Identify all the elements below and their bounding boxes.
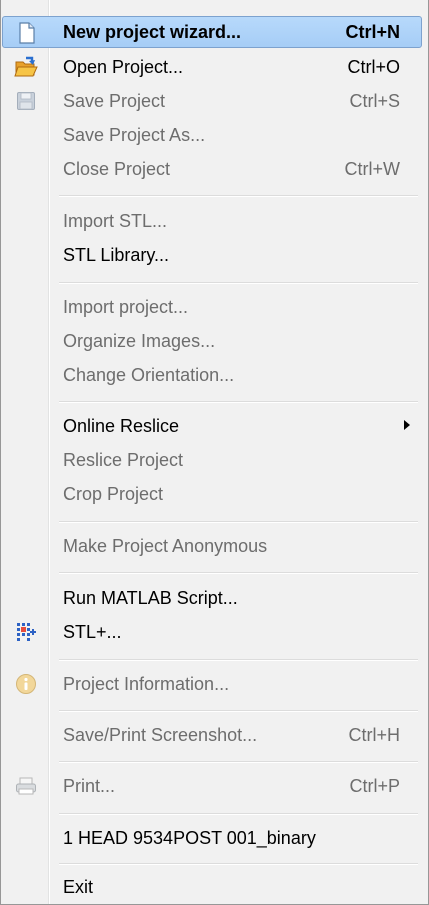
menu-separator	[59, 401, 418, 402]
menu-item-save-project[interactable]: Save Project Ctrl+S	[2, 85, 422, 117]
menu-item-stl-plus[interactable]: STL+...	[2, 616, 422, 648]
menu-item-shortcut: Ctrl+N	[345, 21, 400, 42]
menu-item-label: Online Reslice	[63, 415, 180, 436]
menu-item-label: Change Orientation...	[63, 364, 235, 385]
menu-separator	[59, 659, 418, 660]
menu-item-shortcut: Ctrl+P	[349, 775, 400, 796]
menu-item-shortcut: Ctrl+H	[348, 724, 400, 745]
menu-item-label: Make Project Anonymous	[63, 535, 268, 556]
menu-item-label: Close Project	[63, 158, 171, 179]
menu-item-label: Save Project As...	[63, 124, 206, 145]
menu-item-label: Crop Project	[63, 483, 164, 504]
menu-item-import-project[interactable]: Import project...	[2, 291, 422, 323]
menu-item-shortcut: Ctrl+W	[344, 158, 401, 179]
menu-item-label: Save Project	[63, 90, 166, 111]
menu-item-label: Organize Images...	[63, 330, 216, 351]
menu-item-import-stl[interactable]: Import STL...	[2, 205, 422, 237]
menu-item-label: Run MATLAB Script...	[63, 587, 238, 608]
menu-item-label: Exit	[63, 876, 94, 897]
menu-item-label: Reslice Project	[63, 449, 184, 470]
menu-separator	[59, 863, 418, 864]
menu-separator	[59, 282, 418, 283]
menu-item-label: STL Library...	[63, 244, 170, 265]
menu-item-stl-library[interactable]: STL Library...	[2, 239, 422, 271]
menu-item-label: Import STL...	[63, 210, 168, 231]
new-document-icon	[15, 21, 39, 45]
menu-item-open-project[interactable]: Open Project... Ctrl+O	[2, 51, 422, 83]
menu-separator	[59, 521, 418, 522]
menu-item-run-matlab-script[interactable]: Run MATLAB Script...	[2, 582, 422, 614]
info-icon	[14, 672, 38, 696]
menu-item-label: Import project...	[63, 296, 189, 317]
menu-item-save-project-as[interactable]: Save Project As...	[2, 119, 422, 151]
printer-icon	[14, 774, 38, 798]
submenu-arrow-icon	[404, 420, 410, 430]
menu-item-label: Project Information...	[63, 673, 230, 694]
menu-item-crop-project[interactable]: Crop Project	[2, 478, 422, 510]
menu-item-project-information[interactable]: Project Information...	[2, 668, 422, 700]
open-folder-icon	[14, 55, 38, 79]
menu-separator	[59, 813, 418, 814]
menu-item-label: Save/Print Screenshot...	[63, 724, 258, 745]
menu-item-label: 1 HEAD 9534POST 001_binary	[63, 827, 316, 848]
floppy-disk-icon	[14, 89, 38, 113]
menu-item-print[interactable]: Print... Ctrl+P	[2, 770, 422, 802]
stl-plus-grid-icon	[14, 620, 38, 644]
menu-item-exit[interactable]: Exit	[2, 871, 422, 903]
menu-item-label: Open Project...	[63, 56, 184, 77]
menu-item-make-anonymous[interactable]: Make Project Anonymous	[2, 530, 422, 562]
file-menu: New project wizard... Ctrl+N Open Projec…	[0, 0, 429, 905]
menu-item-close-project[interactable]: Close Project Ctrl+W	[2, 153, 422, 185]
menu-item-save-print-screenshot[interactable]: Save/Print Screenshot... Ctrl+H	[2, 719, 422, 751]
menu-item-change-orientation[interactable]: Change Orientation...	[2, 359, 422, 391]
menu-item-label: STL+...	[63, 621, 122, 642]
menu-item-organize-images[interactable]: Organize Images...	[2, 325, 422, 357]
menu-separator	[59, 710, 418, 711]
menu-item-online-reslice[interactable]: Online Reslice	[2, 410, 422, 442]
menu-separator	[59, 761, 418, 762]
menu-item-recent-file[interactable]: 1 HEAD 9534POST 001_binary	[2, 822, 422, 854]
menu-item-label: New project wizard...	[63, 21, 242, 42]
menu-item-shortcut: Ctrl+O	[347, 56, 400, 77]
menu-separator	[59, 195, 418, 196]
menu-item-shortcut: Ctrl+S	[349, 90, 400, 111]
menu-item-reslice-project[interactable]: Reslice Project	[2, 444, 422, 476]
menu-item-label: Print...	[63, 775, 116, 796]
menu-separator	[59, 572, 418, 573]
menu-item-new-project-wizard[interactable]: New project wizard... Ctrl+N	[2, 16, 422, 48]
